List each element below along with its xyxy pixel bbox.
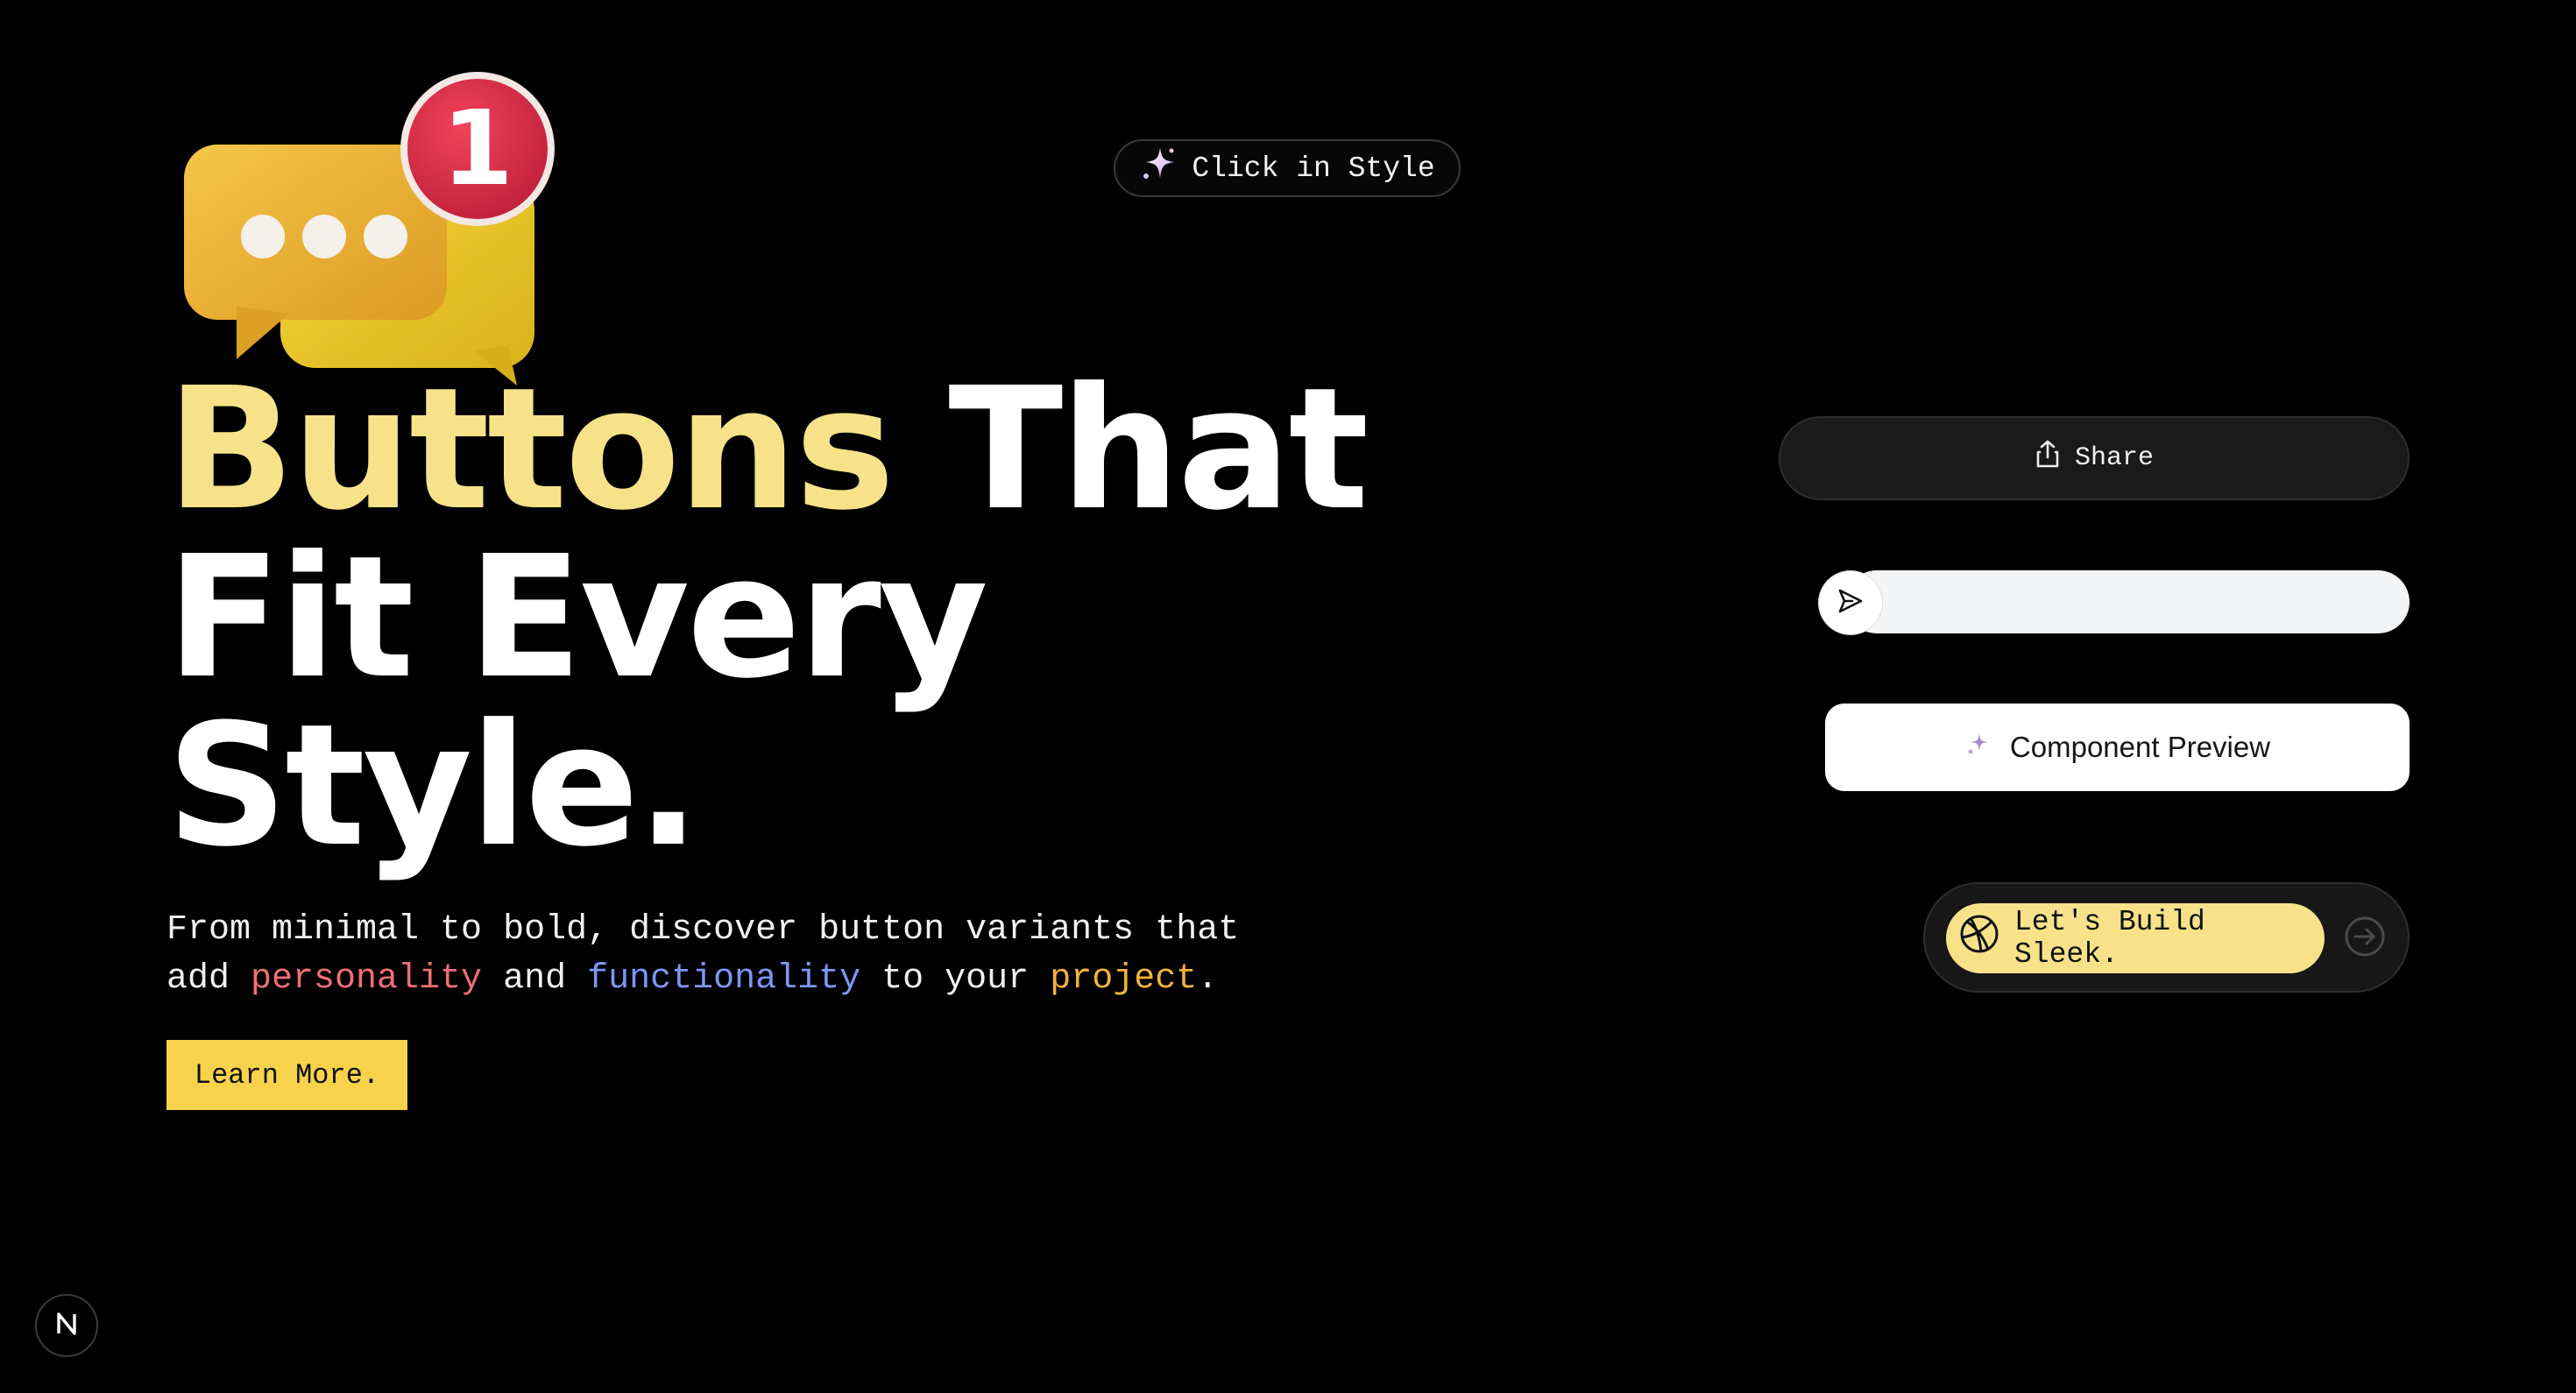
send-icon: [1836, 587, 1865, 619]
headline-line3: Style.: [166, 689, 700, 884]
headline-line1-rest: That: [892, 352, 1369, 548]
click-in-style-label: Click in Style: [1192, 152, 1435, 185]
headline-line2: Fit Every: [166, 520, 988, 716]
nextjs-logo-icon: [52, 1309, 81, 1343]
notification-count: 1: [442, 88, 513, 209]
sparkle-icon: [1964, 731, 1991, 764]
share-icon: [2035, 439, 2061, 477]
dribbble-icon: [1958, 913, 2000, 964]
build-sleek-button[interactable]: Let's Build Sleek.: [1946, 903, 2325, 973]
arrow-right-button[interactable]: [2344, 916, 2386, 962]
subtitle-text: to your: [860, 959, 1051, 999]
sparkle-icon: [1139, 145, 1178, 192]
build-sleek-label: Let's Build Sleek.: [2014, 906, 2205, 971]
subtitle-project: project: [1050, 959, 1198, 999]
build-sleek-container: Let's Build Sleek.: [1923, 882, 2410, 993]
hero-subtitle: From minimal to bold, discover button va…: [166, 906, 1306, 1004]
headline-accent: Buttons: [166, 352, 895, 548]
arrow-right-icon: [2344, 916, 2386, 962]
learn-more-button[interactable]: Learn More.: [166, 1040, 407, 1110]
chat-notification-illustration: 1: [175, 70, 561, 394]
share-label: Share: [2074, 443, 2154, 473]
subtitle-text: .: [1197, 959, 1219, 999]
subtitle-personality: personality: [251, 959, 483, 999]
subtitle-text: and: [482, 959, 588, 999]
page-title: Buttons That Fit Every Style.: [166, 366, 1393, 871]
send-track[interactable]: [1845, 570, 2410, 633]
component-preview-button[interactable]: Component Preview: [1825, 704, 2410, 791]
nextjs-devtools-button[interactable]: [35, 1294, 98, 1357]
component-preview-label: Component Preview: [2009, 731, 2271, 763]
subtitle-functionality: functionality: [587, 959, 861, 999]
send-slider[interactable]: [1819, 569, 2410, 634]
share-button[interactable]: Share: [1779, 416, 2410, 500]
send-button[interactable]: [1819, 571, 1882, 634]
click-in-style-button[interactable]: Click in Style: [1114, 139, 1461, 197]
